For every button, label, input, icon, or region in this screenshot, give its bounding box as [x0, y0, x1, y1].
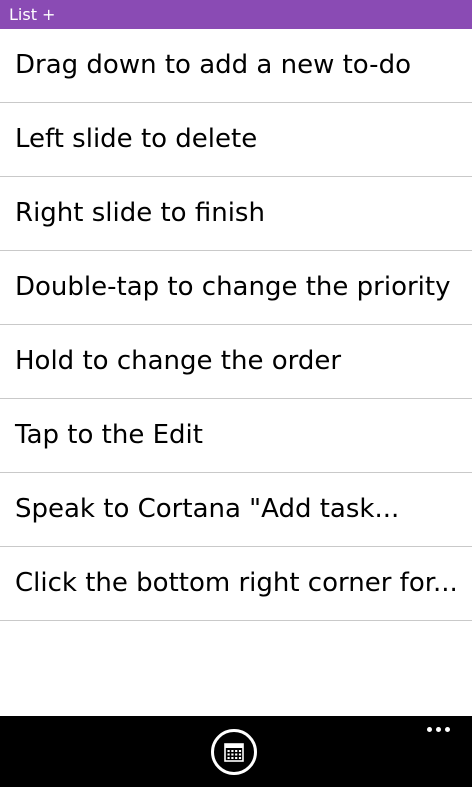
- app-bar: [0, 716, 472, 787]
- list-item[interactable]: Right slide to finish: [0, 177, 472, 251]
- list-item[interactable]: Double-tap to change the priority: [0, 251, 472, 325]
- more-button[interactable]: [427, 727, 450, 732]
- more-icon: [427, 727, 432, 732]
- list-item[interactable]: Click the bottom right corner for...: [0, 547, 472, 621]
- todo-list: Drag down to add a new to-do Left slide …: [0, 29, 472, 621]
- list-item[interactable]: Tap to the Edit: [0, 399, 472, 473]
- app-title: List +: [9, 5, 56, 24]
- calendar-icon: [224, 743, 244, 762]
- app-window: List + Drag down to add a new to-do Left…: [0, 0, 472, 787]
- list-item[interactable]: Drag down to add a new to-do: [0, 29, 472, 103]
- calendar-button[interactable]: [211, 729, 257, 775]
- list-item[interactable]: Left slide to delete: [0, 103, 472, 177]
- app-header: List +: [0, 0, 472, 29]
- more-icon: [445, 727, 450, 732]
- more-icon: [436, 727, 441, 732]
- list-item[interactable]: Hold to change the order: [0, 325, 472, 399]
- list-item[interactable]: Speak to Cortana "Add task...: [0, 473, 472, 547]
